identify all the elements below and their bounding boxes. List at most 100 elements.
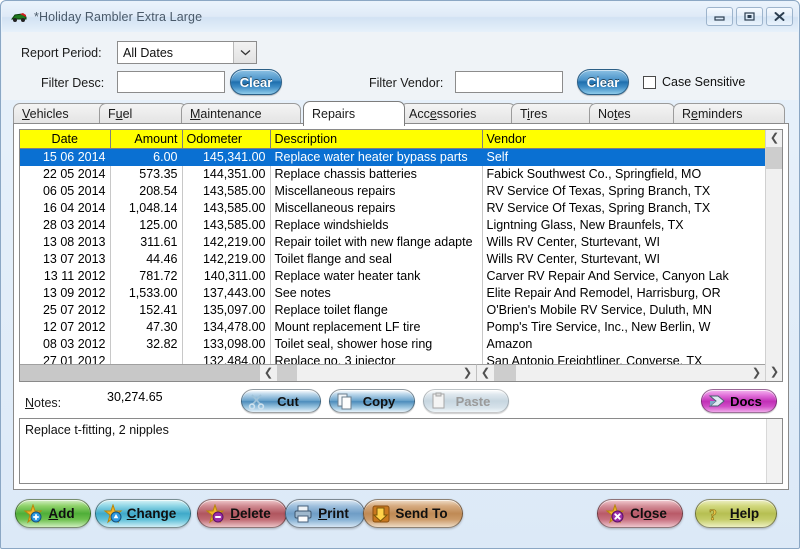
grid-horizontal-scroll-area: ❮ ❯ ❮ ❯ xyxy=(20,364,765,381)
table-row[interactable]: 13 08 2013 311.61 142,219.00 Repair toilet … xyxy=(20,233,782,251)
table-row[interactable]: 16 04 2014 1,048.14 143,585.00 Miscellaneou… xyxy=(20,199,782,217)
cell-odometer: 143,585.00 xyxy=(182,216,271,234)
minimize-button[interactable] xyxy=(706,7,733,26)
table-row[interactable]: 13 09 2012 1,533.00 137,443.00 See notes Eli… xyxy=(20,284,782,302)
filter-vendor-input[interactable] xyxy=(455,71,563,93)
report-period-select[interactable]: All Dates xyxy=(117,41,257,64)
tab-repairs[interactable]: Repairs xyxy=(303,101,405,126)
question-icon: ? xyxy=(703,504,723,524)
cell-odometer: 134,478.00 xyxy=(182,318,271,336)
cell-description: Mount replacement LF tire xyxy=(270,318,483,336)
tab-reminders[interactable]: Reminders xyxy=(673,103,785,124)
button-label: Print xyxy=(318,506,349,521)
vscroll-thumb[interactable] xyxy=(766,147,782,169)
tab-label: Fuel xyxy=(108,107,133,121)
copy-button[interactable]: Copy xyxy=(329,389,415,413)
cell-description: Toilet seal, shower hose ring xyxy=(270,335,483,353)
close-star-icon xyxy=(605,502,625,524)
docs-button[interactable]: Docs xyxy=(701,389,777,413)
filter-desc-clear-button[interactable]: Clear xyxy=(230,69,282,95)
cell-amount: 573.35 xyxy=(110,165,183,183)
cell-odometer: 137,443.00 xyxy=(182,284,271,302)
help-button[interactable]: ? Help xyxy=(695,499,777,528)
hscroll-thumb-right[interactable] xyxy=(494,365,516,381)
filter-vendor-clear-button[interactable]: Clear xyxy=(577,69,629,95)
scroll-right-icon[interactable]: ❯ xyxy=(459,364,476,381)
tab-fuel[interactable]: Fuel xyxy=(99,103,187,124)
paste-button[interactable]: Paste xyxy=(423,389,509,413)
filter-desc-input[interactable] xyxy=(117,71,225,93)
tab-tires[interactable]: Tires xyxy=(511,103,597,124)
cell-odometer: 142,219.00 xyxy=(182,233,271,251)
close-button[interactable]: Close xyxy=(597,499,683,528)
cell-amount: 32.82 xyxy=(110,335,183,353)
close-button[interactable] xyxy=(766,7,793,26)
column-header-vendor[interactable]: Vendor xyxy=(482,130,782,149)
column-header-description[interactable]: Description xyxy=(270,130,483,149)
add-button[interactable]: Add xyxy=(15,499,91,528)
scroll-left-icon-2[interactable]: ❮ xyxy=(477,364,494,381)
cell-description: Replace chassis batteries xyxy=(270,165,483,183)
cell-odometer: 140,311.00 xyxy=(182,267,271,285)
change-button[interactable]: Change xyxy=(95,499,191,528)
button-label: Change xyxy=(126,506,177,521)
cell-vendor: Ligntning Glass, New Braunfels, TX xyxy=(482,216,782,234)
cut-button[interactable]: Cut xyxy=(241,389,321,413)
cell-amount: 47.30 xyxy=(110,318,183,336)
scroll-right-icon-2[interactable]: ❯ xyxy=(748,364,765,381)
scroll-up-icon[interactable]: ❮ xyxy=(766,130,782,147)
application-window: *Holiday Rambler Extra Large Report Peri… xyxy=(0,0,800,549)
send-to-button[interactable]: Send To xyxy=(363,499,463,528)
cell-vendor: O'Brien's Mobile RV Service, Duluth, MN xyxy=(482,301,782,319)
cell-amount: 1,048.14 xyxy=(110,199,183,217)
column-header-odometer[interactable]: Odometer xyxy=(182,130,271,149)
table-row[interactable]: 06 05 2014 208.54 143,585.00 Miscellaneous … xyxy=(20,182,782,200)
cell-date: 12 07 2012 xyxy=(20,318,111,336)
tab-accessories[interactable]: Accessories xyxy=(400,103,516,124)
docs-label: Docs xyxy=(730,393,762,409)
notes-toolbar-row: Notes: 30,274.65 Cut Copy Paste Docs xyxy=(19,387,783,417)
table-row[interactable]: 13 11 2012 781.72 140,311.00 Replace water … xyxy=(20,267,782,285)
filter-desc-label: Filter Desc: xyxy=(41,76,105,90)
notes-textarea[interactable]: Replace t-fitting, 2 nipples xyxy=(19,418,783,484)
scroll-down-icon[interactable]: ❯ xyxy=(766,364,782,381)
tab-maintenance[interactable]: Maintenance xyxy=(181,103,301,124)
table-row[interactable]: 28 03 2014 125.00 143,585.00 Replace windsh… xyxy=(20,216,782,234)
column-header-date[interactable]: Date xyxy=(20,130,111,149)
cell-amount: 311.61 xyxy=(110,233,183,251)
cell-description: Replace toilet flange xyxy=(270,301,483,319)
table-row[interactable]: 13 07 2013 44.46 142,219.00 Toilet flange a… xyxy=(20,250,782,268)
tab-label: Repairs xyxy=(312,107,356,121)
bottom-toolbar: Add Change Delete Print Send To Close ? Help xyxy=(1,490,799,548)
cell-vendor: Wills RV Center, Sturtevant, WI xyxy=(482,250,782,268)
window-title: *Holiday Rambler Extra Large xyxy=(34,10,203,24)
table-row[interactable]: 25 07 2012 152.41 135,097.00 Replace toilet… xyxy=(20,301,782,319)
cell-date: 13 09 2012 xyxy=(20,284,111,302)
tab-notes[interactable]: Notes xyxy=(589,103,675,124)
tab-vehicles[interactable]: Vehicles xyxy=(13,103,111,124)
case-sensitive-checkbox[interactable]: Case Sensitive xyxy=(643,75,745,89)
cell-odometer: 145,341.00 xyxy=(182,148,271,166)
cell-vendor: Self xyxy=(482,148,782,166)
print-button[interactable]: Print xyxy=(285,499,365,528)
table-row[interactable]: 08 03 2012 32.82 133,098.00 Toilet seal, sh… xyxy=(20,335,782,353)
grid-hscrollbar-left[interactable]: ❮ ❯ xyxy=(260,364,476,381)
table-row[interactable]: 15 06 2014 6.00 145,341.00 Replace water he… xyxy=(20,148,782,166)
total-amount: 30,274.65 xyxy=(107,390,163,404)
cell-odometer: 144,351.00 xyxy=(182,165,271,183)
button-label: Send To xyxy=(395,506,448,521)
scroll-left-icon[interactable]: ❮ xyxy=(260,364,277,381)
column-header-amount[interactable]: Amount xyxy=(110,130,183,149)
table-row[interactable]: 12 07 2012 47.30 134,478.00 Mount replaceme… xyxy=(20,318,782,336)
hscroll-thumb-left[interactable] xyxy=(277,365,297,381)
maximize-button[interactable] xyxy=(736,7,763,26)
delete-button[interactable]: Delete xyxy=(197,499,287,528)
notes-label-rest: otes: xyxy=(34,396,62,410)
cell-vendor: Amazon xyxy=(482,335,782,353)
grid-vscrollbar[interactable]: ❮ ❯ xyxy=(765,130,782,381)
cell-description: Replace water heater bypass parts xyxy=(270,148,483,166)
grid-hscrollbar-right[interactable]: ❮ ❯ xyxy=(476,364,765,381)
table-row[interactable]: 22 05 2014 573.35 144,351.00 Replace chassi… xyxy=(20,165,782,183)
car-icon xyxy=(10,9,28,25)
notes-scrollbar[interactable] xyxy=(766,419,782,483)
